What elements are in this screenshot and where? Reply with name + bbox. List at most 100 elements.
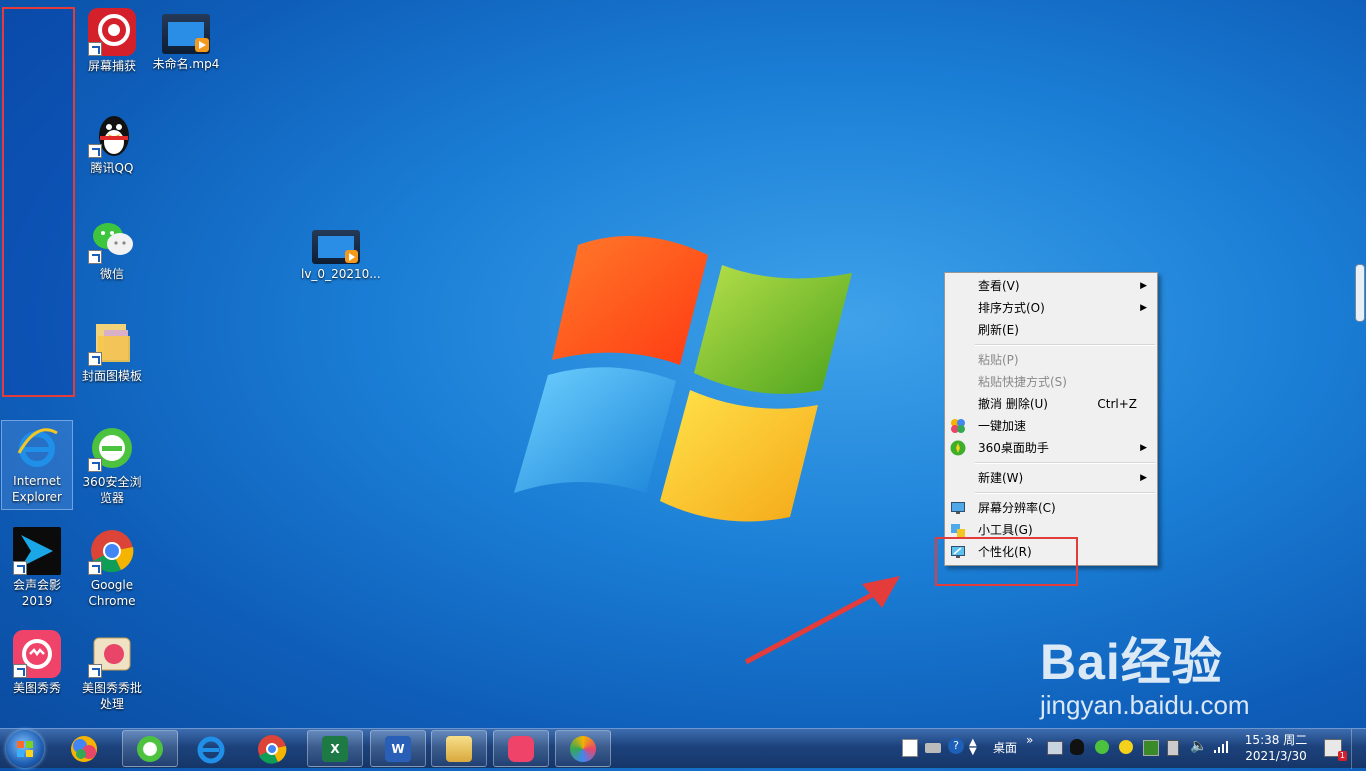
menu-item-speedup[interactable]: 一键加速 bbox=[945, 415, 1157, 437]
taskbar-app-word[interactable]: W bbox=[370, 730, 426, 767]
folder-icon bbox=[88, 318, 136, 366]
icon-label: 封面图模板 bbox=[81, 369, 142, 383]
360-assistant-icon bbox=[950, 440, 966, 456]
menu-item-360-assistant[interactable]: 360桌面助手 ▶ bbox=[945, 437, 1157, 459]
screen-capture-icon bbox=[88, 8, 136, 56]
usb-tray-icon[interactable] bbox=[1167, 740, 1179, 756]
desktop-icon-ie[interactable]: Internet Explorer bbox=[1, 420, 73, 510]
taskbar-pinned-ie[interactable] bbox=[186, 732, 236, 766]
taskbar: X W ? ▲ ▼ 桌面 » 🔈 15:38 周二 2021/3/30 1 bbox=[0, 728, 1366, 769]
submenu-arrow-icon: ▶ bbox=[1140, 473, 1147, 483]
desktop-toolbar-label[interactable]: 桌面 bbox=[993, 739, 1017, 756]
desktop-icon-meitu[interactable]: 美图秀秀 bbox=[2, 630, 72, 696]
side-scroll-handle[interactable] bbox=[1355, 264, 1365, 322]
menu-item-label: 查看(V) bbox=[978, 279, 1020, 293]
windows-logo-wallpaper bbox=[514, 236, 852, 522]
video-file-icon bbox=[312, 230, 360, 264]
menu-separator bbox=[975, 462, 1155, 464]
desktop-icon-meitu-batch[interactable]: 美图秀秀批处理 bbox=[77, 630, 147, 712]
desktop-icon-chrome[interactable]: Google Chrome bbox=[77, 527, 147, 609]
desktop-icon-cover-template[interactable]: 封面图模板 bbox=[77, 318, 147, 384]
menu-item-new[interactable]: 新建(W) ▶ bbox=[945, 467, 1157, 489]
menu-item-label: 粘贴快捷方式(S) bbox=[978, 375, 1067, 389]
menu-item-refresh[interactable]: 刷新(E) bbox=[945, 319, 1157, 341]
taskbar-app-excel[interactable]: X bbox=[307, 730, 363, 767]
ie-icon bbox=[197, 736, 225, 764]
chrome-icon bbox=[258, 735, 287, 764]
notification-badge: 1 bbox=[1337, 751, 1347, 761]
desktop-icon-qq[interactable]: 腾讯QQ bbox=[77, 110, 147, 176]
help-icon[interactable]: ? bbox=[948, 738, 964, 754]
360-guard-tray-icon[interactable] bbox=[1119, 740, 1133, 754]
network-signal-icon[interactable] bbox=[1214, 741, 1228, 753]
baidu-jingyan-watermark: Bai经验 jingyan.baidu.com bbox=[1040, 622, 1250, 721]
start-button[interactable] bbox=[6, 730, 44, 768]
submenu-arrow-icon: ▶ bbox=[1140, 303, 1147, 313]
icon-label: 微信 bbox=[99, 267, 124, 281]
toolbar-expand-icon[interactable]: » bbox=[1026, 733, 1033, 747]
taskbar-pinned-360[interactable] bbox=[62, 732, 106, 766]
watermark-url: jingyan.baidu.com bbox=[1040, 690, 1250, 720]
desktop-icon-video-file[interactable]: 未命名.mp4 bbox=[151, 14, 221, 72]
menu-shortcut: Ctrl+Z bbox=[1097, 397, 1137, 411]
meitu-icon bbox=[13, 630, 61, 678]
icon-label: 未命名.mp4 bbox=[152, 57, 220, 71]
menu-item-label: 刷新(E) bbox=[978, 323, 1019, 337]
icon-label: 360安全浏览器 bbox=[82, 475, 142, 505]
icon-label: Internet Explorer bbox=[12, 474, 62, 504]
qq-tray-icon[interactable] bbox=[1070, 739, 1084, 755]
taskbar-pinned-chrome[interactable] bbox=[244, 732, 300, 766]
menu-item-paste: 粘贴(P) bbox=[945, 349, 1157, 371]
360-icon bbox=[71, 736, 97, 762]
icon-label: 美图秀秀 bbox=[12, 681, 61, 695]
menu-item-paste-shortcut: 粘贴快捷方式(S) bbox=[945, 371, 1157, 393]
show-desktop-button[interactable] bbox=[1351, 729, 1366, 769]
wechat-icon bbox=[88, 216, 136, 264]
taskbar-app-explorer[interactable] bbox=[431, 730, 487, 767]
menu-item-sort[interactable]: 排序方式(O) ▶ bbox=[945, 297, 1157, 319]
qq-penguin-icon bbox=[88, 110, 136, 158]
desktop-icon-360-browser[interactable]: 360安全浏览器 bbox=[77, 424, 147, 506]
system-clock[interactable]: 15:38 周二 2021/3/30 bbox=[1236, 732, 1316, 764]
toolbar-arrows-icon[interactable]: ▲ ▼ bbox=[969, 738, 977, 757]
selection-rectangle bbox=[2, 7, 75, 397]
menu-separator bbox=[975, 344, 1155, 346]
desktop-icon-corel[interactable]: 会声会影2019 bbox=[2, 527, 72, 609]
menu-item-label: 一键加速 bbox=[978, 419, 1027, 433]
menu-item-screen-resolution[interactable]: 屏幕分辨率(C) bbox=[945, 497, 1157, 519]
clock-date: 2021/3/30 bbox=[1245, 749, 1307, 763]
red-arrow-annotation bbox=[744, 576, 900, 665]
monitor-tray-icon[interactable] bbox=[1047, 741, 1063, 755]
taskbar-app-meitu[interactable] bbox=[493, 730, 549, 767]
desktop-icon-wechat[interactable]: 微信 bbox=[77, 216, 147, 282]
menu-separator bbox=[975, 492, 1155, 494]
photo-icon bbox=[570, 736, 596, 762]
action-center-icon[interactable]: 1 bbox=[1324, 739, 1347, 761]
taskbar-app-photo[interactable] bbox=[555, 730, 611, 767]
ie-icon bbox=[13, 423, 61, 471]
icon-label: 腾讯QQ bbox=[90, 161, 134, 175]
video-file-icon bbox=[162, 14, 210, 54]
windows-flag-icon bbox=[17, 741, 33, 757]
keyboard-icon[interactable] bbox=[925, 743, 941, 753]
menu-item-undo-delete[interactable]: 撤消 删除(U) Ctrl+Z bbox=[945, 393, 1157, 415]
menu-item-label: 撤消 删除(U) bbox=[978, 397, 1048, 411]
highlight-rectangle bbox=[935, 537, 1078, 586]
app-tray-icon[interactable] bbox=[1143, 740, 1159, 756]
desktop-icon-screen-capture[interactable]: 屏幕捕获 bbox=[77, 8, 147, 74]
menu-item-label: 粘贴(P) bbox=[978, 353, 1019, 367]
monitor-icon bbox=[951, 502, 965, 514]
word-icon: W bbox=[385, 736, 411, 762]
watermark-brand: Bai经验 bbox=[1040, 634, 1223, 690]
360-tray-icon[interactable] bbox=[1095, 740, 1109, 754]
video-studio-icon bbox=[13, 527, 61, 575]
pdf-tray-icon[interactable] bbox=[902, 739, 918, 757]
taskbar-app-360-browser[interactable] bbox=[122, 730, 178, 767]
volume-icon[interactable]: 🔈 bbox=[1190, 738, 1207, 754]
meitu-icon bbox=[508, 736, 534, 762]
360-browser-icon bbox=[88, 424, 136, 472]
clock-time: 15:38 周二 bbox=[1244, 733, 1308, 747]
menu-item-view[interactable]: 查看(V) ▶ bbox=[945, 275, 1157, 297]
meitu-batch-icon bbox=[88, 630, 136, 678]
desktop-icon-video-lv[interactable]: lv_0_20210... bbox=[301, 230, 381, 282]
